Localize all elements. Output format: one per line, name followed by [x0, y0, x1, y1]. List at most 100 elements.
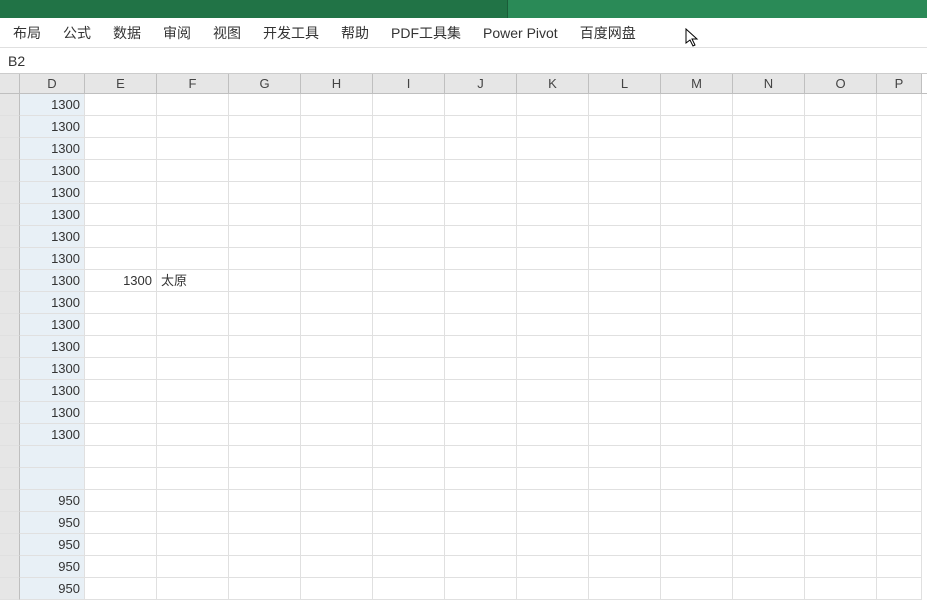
cell-O[interactable] — [805, 336, 877, 358]
cell-M[interactable] — [661, 226, 733, 248]
cell-O[interactable] — [805, 446, 877, 468]
cell-O[interactable] — [805, 468, 877, 490]
cell-M[interactable] — [661, 94, 733, 116]
cell-D[interactable]: 1300 — [20, 358, 85, 380]
cell-P[interactable] — [877, 94, 922, 116]
cell-H[interactable] — [301, 578, 373, 600]
cell-J[interactable] — [445, 182, 517, 204]
cell-F[interactable] — [157, 534, 229, 556]
cell-M[interactable] — [661, 490, 733, 512]
menu-data[interactable]: 数据 — [102, 18, 152, 48]
cell-E[interactable] — [85, 468, 157, 490]
cell-M[interactable] — [661, 358, 733, 380]
col-header-P[interactable]: P — [877, 74, 922, 93]
cell-H[interactable] — [301, 248, 373, 270]
cell-F[interactable] — [157, 358, 229, 380]
cell-D[interactable]: 1300 — [20, 424, 85, 446]
cell-K[interactable] — [517, 534, 589, 556]
menu-view[interactable]: 视图 — [202, 18, 252, 48]
cell-P[interactable] — [877, 292, 922, 314]
cell-H[interactable] — [301, 512, 373, 534]
cell-P[interactable] — [877, 490, 922, 512]
cell-J[interactable] — [445, 292, 517, 314]
cell-I[interactable] — [373, 534, 445, 556]
cell-O[interactable] — [805, 424, 877, 446]
cell-D[interactable]: 1300 — [20, 336, 85, 358]
cell-M[interactable] — [661, 468, 733, 490]
cell-N[interactable] — [733, 578, 805, 600]
col-header-M[interactable]: M — [661, 74, 733, 93]
col-header-N[interactable]: N — [733, 74, 805, 93]
cell-F[interactable] — [157, 446, 229, 468]
select-all-corner[interactable] — [0, 74, 20, 93]
cell-F[interactable] — [157, 160, 229, 182]
cell-M[interactable] — [661, 512, 733, 534]
cell-P[interactable] — [877, 270, 922, 292]
cell-E[interactable] — [85, 490, 157, 512]
cell-G[interactable] — [229, 446, 301, 468]
cell-L[interactable] — [589, 534, 661, 556]
cell-F[interactable] — [157, 226, 229, 248]
cell-N[interactable] — [733, 116, 805, 138]
row-header[interactable] — [0, 248, 20, 270]
cell-P[interactable] — [877, 380, 922, 402]
cell-O[interactable] — [805, 490, 877, 512]
cell-H[interactable] — [301, 94, 373, 116]
name-box-input[interactable] — [4, 51, 64, 71]
cell-M[interactable] — [661, 204, 733, 226]
cell-M[interactable] — [661, 116, 733, 138]
cell-J[interactable] — [445, 446, 517, 468]
cell-G[interactable] — [229, 358, 301, 380]
cell-G[interactable] — [229, 94, 301, 116]
row-header[interactable] — [0, 380, 20, 402]
cell-J[interactable] — [445, 248, 517, 270]
cell-K[interactable] — [517, 116, 589, 138]
cell-F[interactable] — [157, 314, 229, 336]
cell-D[interactable]: 950 — [20, 490, 85, 512]
cell-H[interactable] — [301, 380, 373, 402]
cell-F[interactable] — [157, 556, 229, 578]
col-header-I[interactable]: I — [373, 74, 445, 93]
cell-H[interactable] — [301, 138, 373, 160]
cell-D[interactable]: 1300 — [20, 226, 85, 248]
cell-K[interactable] — [517, 292, 589, 314]
cell-H[interactable] — [301, 446, 373, 468]
cell-J[interactable] — [445, 490, 517, 512]
row-header[interactable] — [0, 270, 20, 292]
cell-K[interactable] — [517, 490, 589, 512]
cell-D[interactable]: 950 — [20, 512, 85, 534]
cell-F[interactable] — [157, 490, 229, 512]
cell-P[interactable] — [877, 248, 922, 270]
cell-L[interactable] — [589, 226, 661, 248]
cell-N[interactable] — [733, 182, 805, 204]
cell-I[interactable] — [373, 292, 445, 314]
row-header[interactable] — [0, 468, 20, 490]
cell-N[interactable] — [733, 248, 805, 270]
menu-help[interactable]: 帮助 — [330, 18, 380, 48]
cell-I[interactable] — [373, 468, 445, 490]
cell-O[interactable] — [805, 380, 877, 402]
cell-P[interactable] — [877, 182, 922, 204]
cell-P[interactable] — [877, 160, 922, 182]
cell-J[interactable] — [445, 380, 517, 402]
row-header[interactable] — [0, 160, 20, 182]
cell-F[interactable] — [157, 94, 229, 116]
cell-K[interactable] — [517, 578, 589, 600]
cell-F[interactable] — [157, 424, 229, 446]
cell-F[interactable] — [157, 116, 229, 138]
cell-P[interactable] — [877, 314, 922, 336]
cell-P[interactable] — [877, 138, 922, 160]
cell-L[interactable] — [589, 292, 661, 314]
col-header-L[interactable]: L — [589, 74, 661, 93]
cell-N[interactable] — [733, 94, 805, 116]
cell-O[interactable] — [805, 94, 877, 116]
cell-H[interactable] — [301, 556, 373, 578]
cell-H[interactable] — [301, 116, 373, 138]
cell-I[interactable] — [373, 336, 445, 358]
cell-G[interactable] — [229, 402, 301, 424]
cell-G[interactable] — [229, 314, 301, 336]
cell-E[interactable] — [85, 226, 157, 248]
cell-O[interactable] — [805, 512, 877, 534]
cell-N[interactable] — [733, 358, 805, 380]
cell-P[interactable] — [877, 512, 922, 534]
